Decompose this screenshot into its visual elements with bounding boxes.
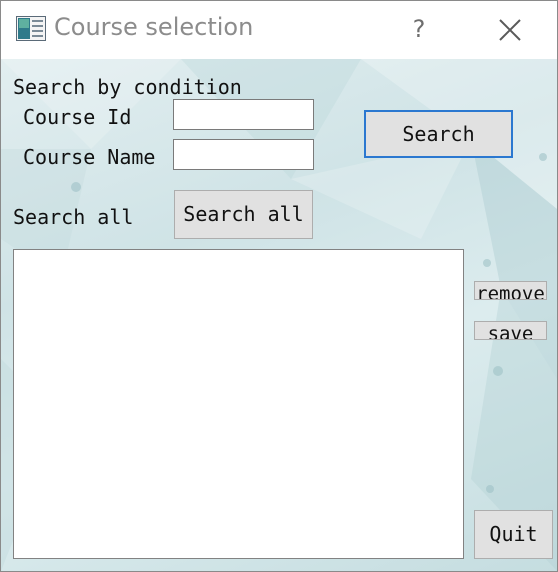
close-icon <box>499 19 521 41</box>
course-name-label: Course Name <box>23 145 156 169</box>
search-all-button[interactable]: Search all <box>174 190 313 239</box>
course-name-input[interactable] <box>173 139 314 170</box>
search-all-label: Search all <box>13 205 134 229</box>
dialog-client-area: Search by condition Course Id Course Nam… <box>1 59 557 571</box>
close-button[interactable] <box>490 10 530 50</box>
app-form-icon <box>16 16 46 41</box>
save-button[interactable]: save <box>474 321 547 340</box>
course-id-label: Course Id <box>23 105 132 129</box>
window-title: Course selection <box>54 13 254 41</box>
results-list[interactable] <box>13 249 464 559</box>
help-button[interactable]: ? <box>399 9 439 49</box>
quit-button[interactable]: Quit <box>474 510 553 559</box>
search-button[interactable]: Search <box>364 110 513 158</box>
remove-button[interactable]: remove <box>474 281 547 300</box>
search-by-condition-heading: Search by condition <box>13 75 242 99</box>
course-id-input[interactable] <box>173 99 314 130</box>
course-selection-window: Course selection ? Search by condition C… <box>0 0 558 572</box>
title-bar[interactable]: Course selection ? <box>1 1 557 59</box>
